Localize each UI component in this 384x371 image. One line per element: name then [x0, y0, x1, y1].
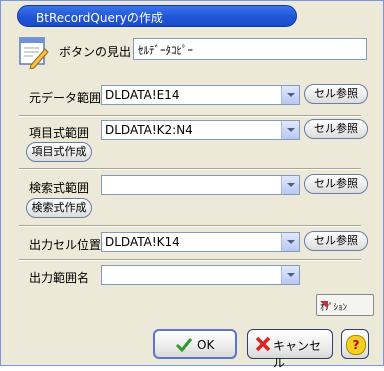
divider — [19, 259, 361, 261]
field-range-combo[interactable]: DLDATA!K2:N4 — [101, 120, 300, 140]
create-search-expression-button[interactable]: 検索式作成 — [26, 198, 92, 218]
title-bar[interactable]: BtRecordQueryの作成 — [17, 5, 297, 27]
create-field-expression-button[interactable]: 項目式作成 — [26, 142, 92, 162]
source-range-combo[interactable]: DLDATA!E14 — [101, 85, 300, 105]
output-cell-value: DLDATA!K14 — [105, 235, 180, 249]
field-range-value: DLDATA!K2:N4 — [105, 123, 193, 137]
source-range-label: 元データ範囲 — [29, 91, 102, 105]
ok-button[interactable]: OK — [153, 329, 237, 359]
chevron-down-icon[interactable] — [281, 121, 299, 139]
divider — [19, 168, 361, 170]
chevron-down-icon[interactable] — [281, 233, 299, 251]
field-range-ref-button[interactable]: セル参照 — [304, 119, 368, 139]
divider — [19, 115, 361, 117]
chevron-down-icon[interactable] — [281, 86, 299, 104]
search-range-combo[interactable] — [101, 175, 300, 195]
caption-input[interactable]: ｾﾙﾃﾞｰﾀｺﾋﾟｰ — [133, 38, 367, 60]
output-cell-combo[interactable]: DLDATA!K14 — [101, 232, 300, 252]
output-name-combo[interactable] — [101, 265, 300, 285]
help-icon: ? — [346, 335, 366, 355]
dialog-window: BtRecordQueryの作成 ボタンの見出し ｾﾙﾃﾞｰﾀｺﾋﾟｰ 元データ… — [0, 0, 384, 370]
output-cell-ref-button[interactable]: セル参照 — [304, 231, 368, 251]
close-icon — [255, 336, 271, 355]
search-range-ref-button[interactable]: セル参照 — [304, 174, 368, 194]
field-range-label: 項目式範囲 — [29, 126, 90, 140]
search-range-label: 検索式範囲 — [29, 181, 90, 195]
option-button[interactable]: ｵﾌﾟｼｮﾝ — [316, 294, 374, 316]
source-range-value: DLDATA!E14 — [105, 88, 180, 102]
chevron-down-icon[interactable] — [281, 176, 299, 194]
chevron-down-icon[interactable] — [281, 266, 299, 284]
output-name-label: 出力範囲名 — [29, 271, 90, 285]
ok-label: OK — [197, 338, 215, 352]
expand-arrow-icon — [320, 301, 328, 309]
check-icon — [175, 336, 193, 357]
caption-label: ボタンの見出し — [59, 45, 144, 59]
divider — [19, 225, 361, 227]
help-button[interactable]: ? — [341, 329, 369, 359]
source-range-ref-button[interactable]: セル参照 — [304, 84, 368, 104]
window-title: BtRecordQueryの作成 — [36, 11, 163, 25]
document-edit-icon — [19, 37, 49, 70]
output-cell-label: 出力セル位置 — [29, 238, 102, 252]
cancel-button[interactable]: キャンセル — [247, 329, 333, 370]
